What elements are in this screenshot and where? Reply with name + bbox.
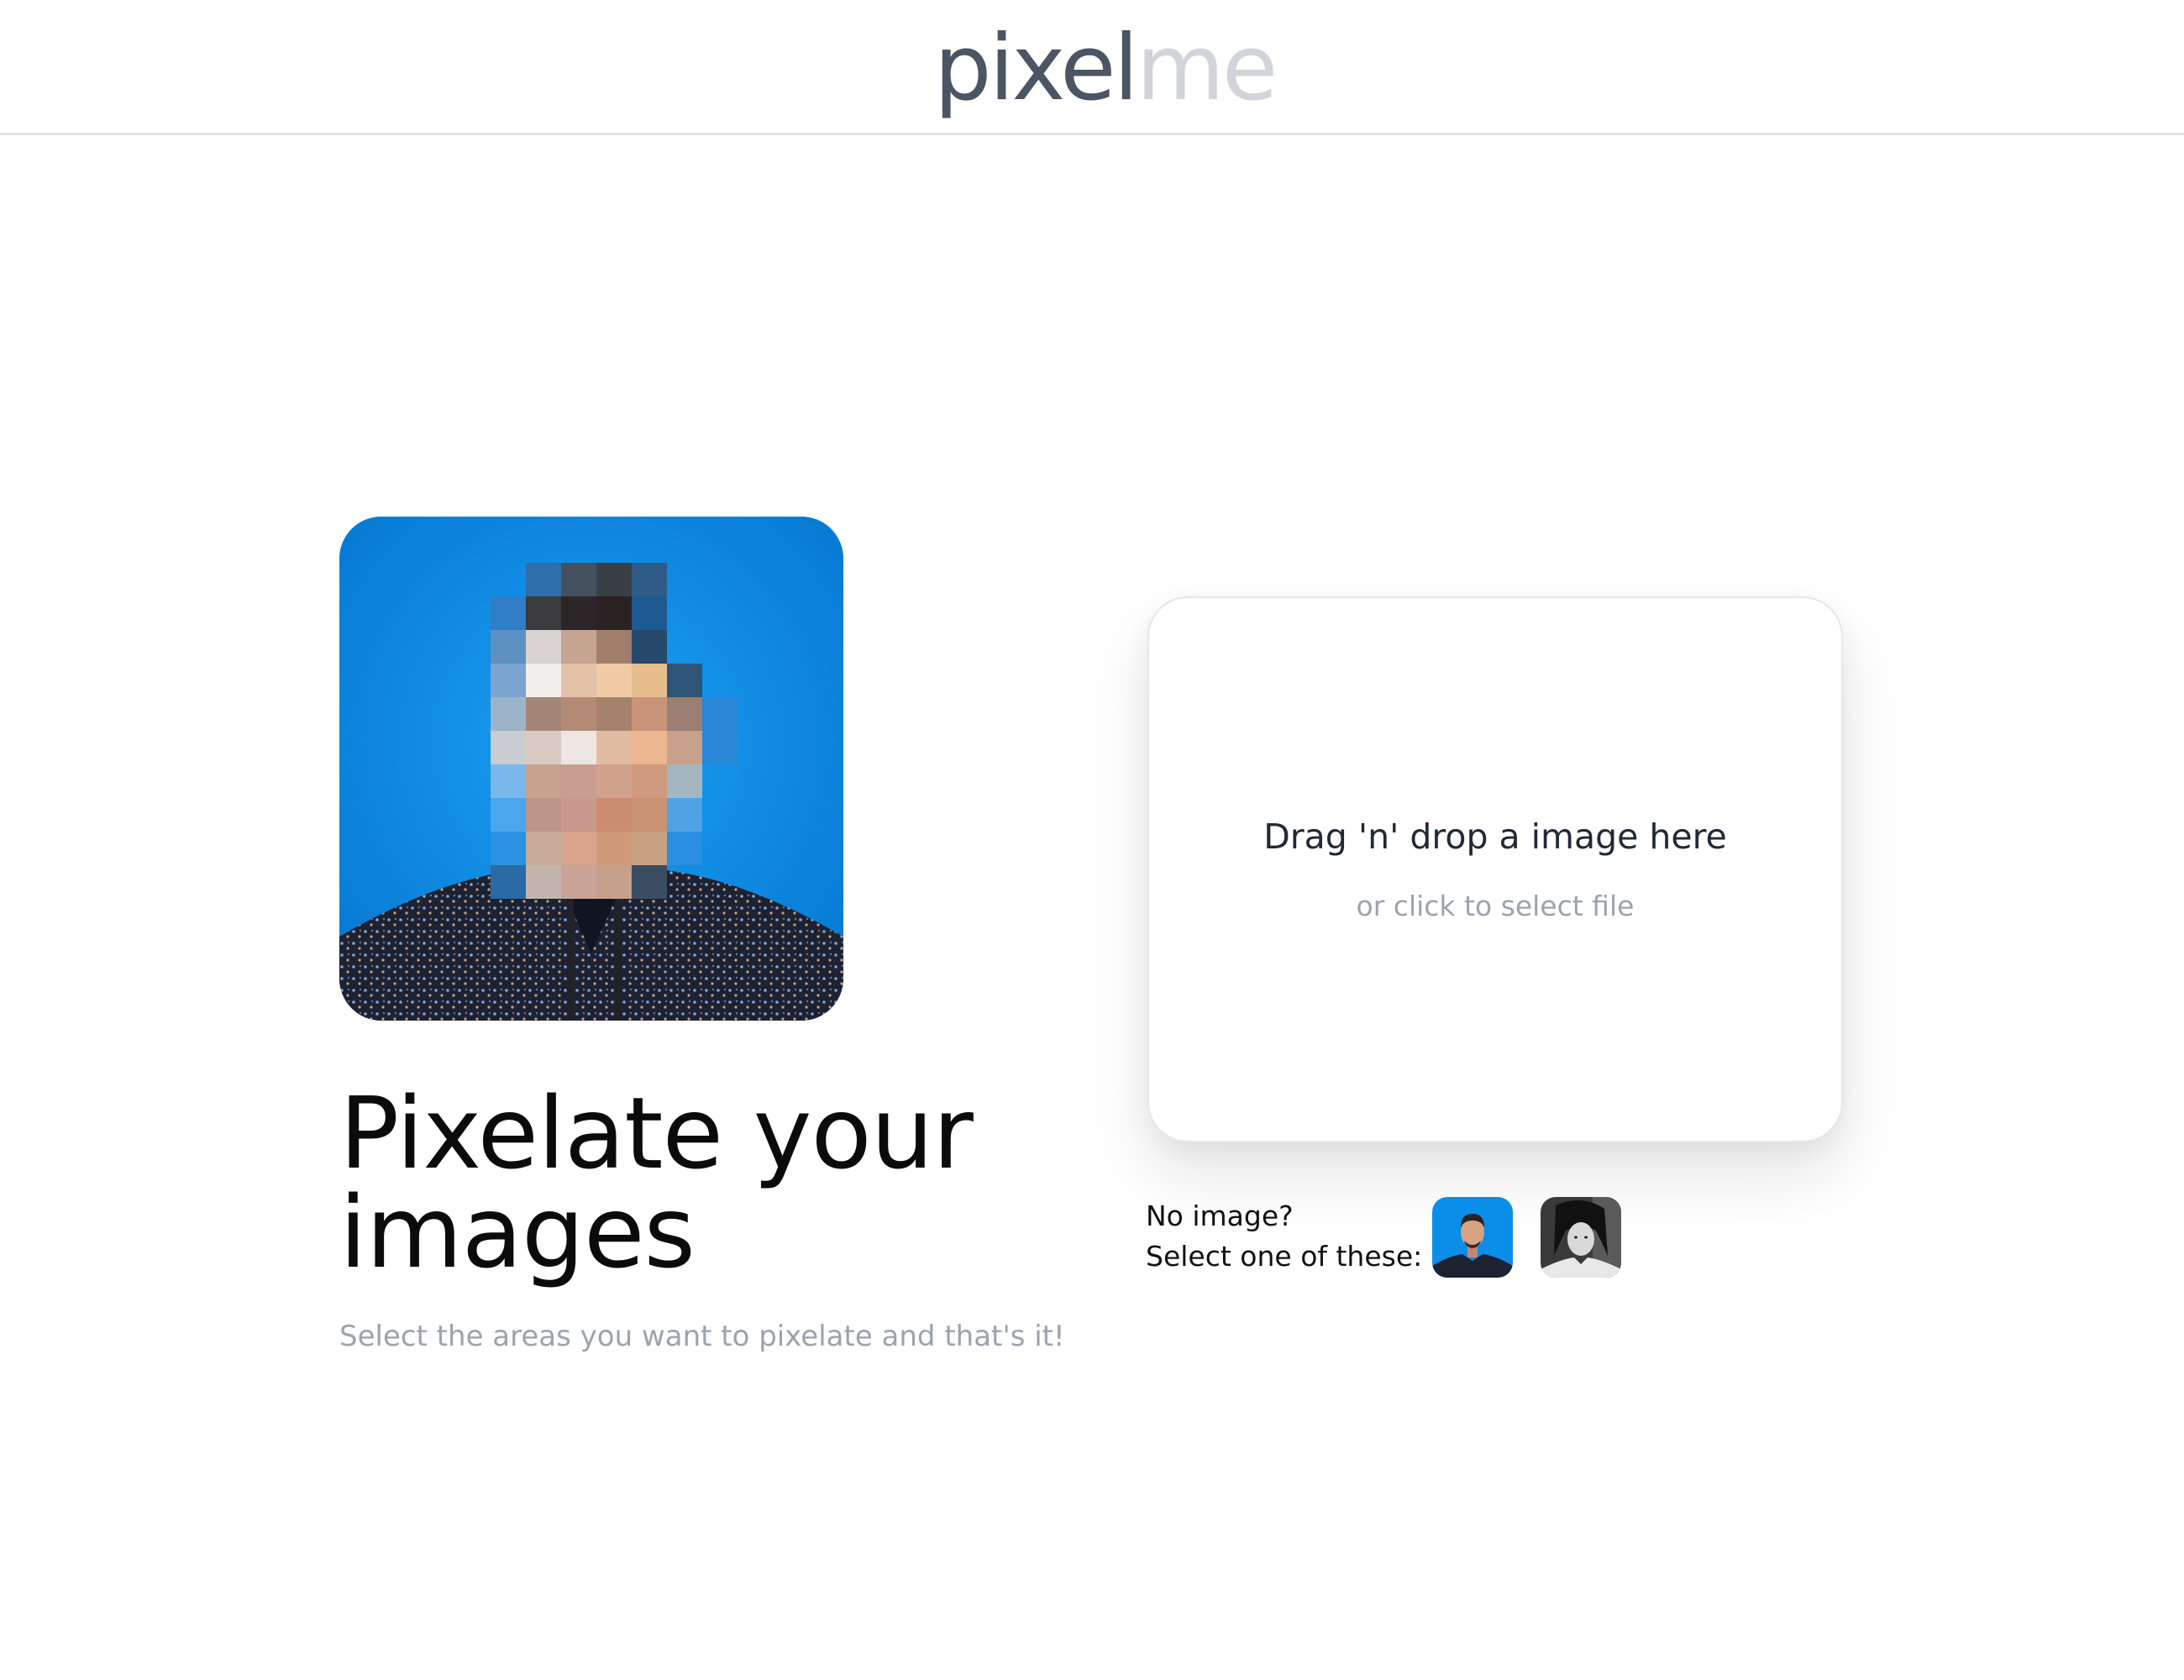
page-title: Pixelate your images (339, 1084, 1095, 1282)
logo-text-me: me (1136, 16, 1278, 121)
title-line-2: images (339, 1174, 696, 1290)
dropzone-select-file-hint: or click to select file (1356, 890, 1635, 922)
logo[interactable]: pixelme (934, 16, 1278, 121)
image-dropzone[interactable]: Drag 'n' drop a image here or click to s… (1147, 596, 1843, 1142)
sample-images-label: No image? Select one of these: (1146, 1196, 1422, 1277)
sample-image-man-blue-background[interactable] (1432, 1197, 1513, 1278)
logo-text-pixel: pixel (934, 16, 1139, 121)
sample-image-person-black-and-white[interactable] (1541, 1197, 1621, 1278)
sample-label-line-1: No image? (1146, 1200, 1294, 1232)
top-bar: pixelme (0, 0, 2184, 135)
pixelated-portrait-image (339, 517, 843, 1021)
page-subtitle: Select the areas you want to pixelate an… (339, 1320, 1065, 1353)
sample-label-line-2: Select one of these: (1146, 1240, 1423, 1273)
dropzone-title: Drag 'n' drop a image here (1263, 816, 1727, 857)
